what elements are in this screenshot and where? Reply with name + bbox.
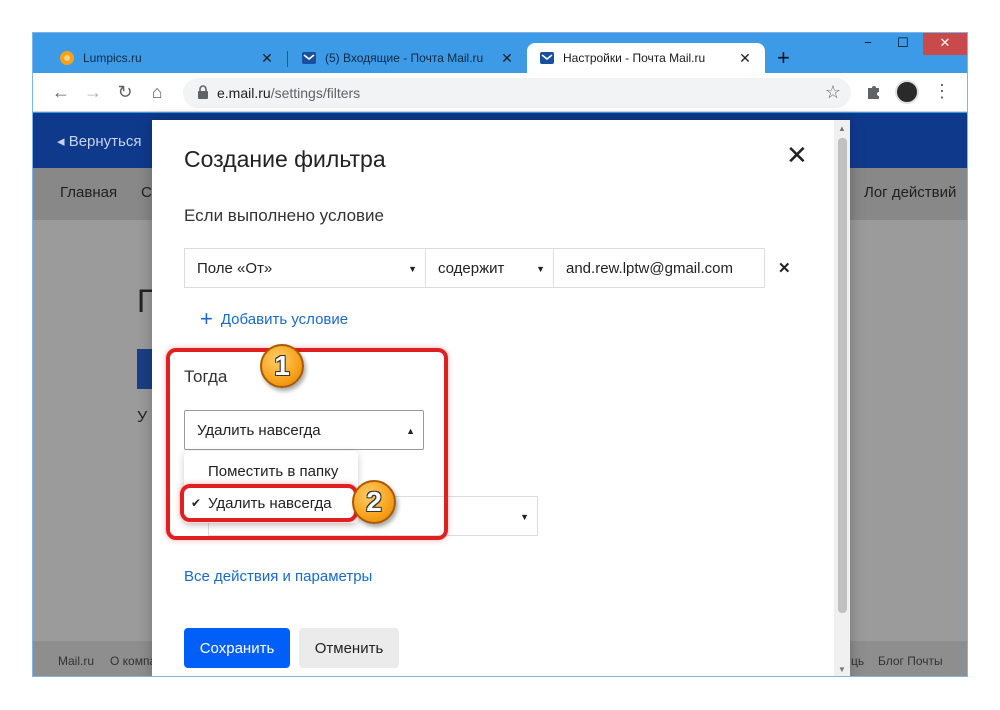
scroll-up-icon[interactable]: ▲ — [838, 124, 846, 133]
caret-down-icon: ▼ — [520, 512, 529, 522]
bookmark-star-icon[interactable]: ☆ — [825, 82, 841, 103]
condition-value-input[interactable]: and.rew.lptw@gmail.com — [553, 248, 765, 288]
caret-down-icon: ▼ — [408, 264, 417, 274]
tab-settings[interactable]: Настройки - Почта Mail.ru ✕ — [527, 43, 765, 73]
footer-link-partial[interactable]: ць — [851, 654, 864, 668]
home-button[interactable]: ⌂ — [147, 82, 167, 102]
add-condition-link[interactable]: + Добавить условие — [200, 306, 349, 331]
tab-title: (5) Входящие - Почта Mail.ru — [325, 51, 484, 65]
minimize-button[interactable]: − — [853, 33, 883, 55]
url-host: e.mail.ru — [217, 85, 271, 101]
mail-envelope-icon — [302, 52, 316, 64]
back-link[interactable]: ◂ Вернуться — [57, 132, 141, 150]
maximize-button[interactable]: ☐ — [888, 33, 918, 55]
extensions-puzzle-icon[interactable] — [865, 82, 883, 100]
save-button[interactable]: Сохранить — [184, 628, 290, 668]
subnav-item-main[interactable]: Главная — [60, 184, 117, 201]
scroll-down-icon[interactable]: ▼ — [838, 665, 846, 674]
footer-link-blog[interactable]: Блог Почты — [878, 654, 943, 668]
address-bar[interactable]: e.mail.ru/settings/filters ☆ — [183, 78, 851, 108]
tab-title: Lumpics.ru — [83, 51, 142, 65]
modal-title: Создание фильтра — [184, 146, 386, 172]
reload-button[interactable]: ↻ — [115, 82, 135, 102]
forward-button[interactable]: → — [83, 82, 103, 102]
browser-menu-icon[interactable]: ⋮ — [933, 80, 951, 102]
add-condition-label: Добавить условие — [220, 310, 349, 328]
step-badge-1: 1 — [260, 344, 304, 388]
tab-close-icon[interactable]: ✕ — [499, 50, 515, 67]
modal-close-icon[interactable]: ✕ — [786, 142, 808, 168]
url-path: /settings/filters — [270, 85, 361, 101]
browser-toolbar: ← → ↻ ⌂ e.mail.ru/settings/filters ☆ ⋮ — [33, 73, 967, 112]
footer-link-mailru[interactable]: Mail.ru — [58, 654, 94, 668]
tab-inbox[interactable]: (5) Входящие - Почта Mail.ru ✕ — [289, 43, 527, 73]
lock-icon — [198, 85, 208, 99]
tab-close-icon[interactable]: ✕ — [259, 50, 275, 67]
condition-field-select[interactable]: Поле «От» ▼ — [184, 248, 426, 288]
url-text: e.mail.ru/settings/filters — [217, 85, 360, 101]
cancel-button[interactable]: Отменить — [299, 628, 399, 668]
highlight-box-delete-option — [180, 484, 358, 522]
window-close-button[interactable]: ✕ — [923, 33, 967, 55]
remove-condition-icon[interactable]: ✕ — [778, 259, 791, 277]
subnav-item-partial[interactable]: С — [141, 184, 152, 201]
tab-title: Настройки - Почта Mail.ru — [563, 51, 706, 65]
tab-separator — [287, 51, 288, 67]
scrollbar-thumb[interactable] — [838, 138, 847, 613]
all-actions-link[interactable]: Все действия и параметры — [184, 568, 372, 585]
new-tab-button[interactable]: + — [777, 47, 790, 69]
condition-label: Если выполнено условие — [184, 206, 385, 225]
condition-field-value: Поле «От» — [197, 259, 273, 277]
profile-avatar[interactable] — [895, 80, 919, 104]
subnav-item-action-log[interactable]: Лог действий — [864, 184, 956, 201]
tab-bar: Lumpics.ru ✕ (5) Входящие - Почта Mail.r… — [33, 33, 967, 73]
tab-close-icon[interactable]: ✕ — [737, 50, 753, 67]
plus-icon: + — [200, 306, 213, 331]
condition-value-text: and.rew.lptw@gmail.com — [566, 259, 733, 277]
condition-operator-value: содержит — [438, 259, 505, 277]
caret-down-icon: ▼ — [536, 264, 545, 274]
page-text-partial: У — [137, 409, 148, 426]
condition-operator-select[interactable]: содержит ▼ — [425, 248, 554, 288]
mail-envelope-icon — [540, 52, 554, 64]
back-button[interactable]: ← — [51, 82, 71, 102]
footer-link-about[interactable]: О компа — [110, 654, 156, 668]
modal-scrollbar[interactable]: ▲ ▼ — [834, 120, 850, 676]
tab-lumpics[interactable]: Lumpics.ru ✕ — [47, 43, 287, 73]
step-badge-2: 2 — [352, 480, 396, 524]
orange-circle-icon — [60, 51, 74, 65]
